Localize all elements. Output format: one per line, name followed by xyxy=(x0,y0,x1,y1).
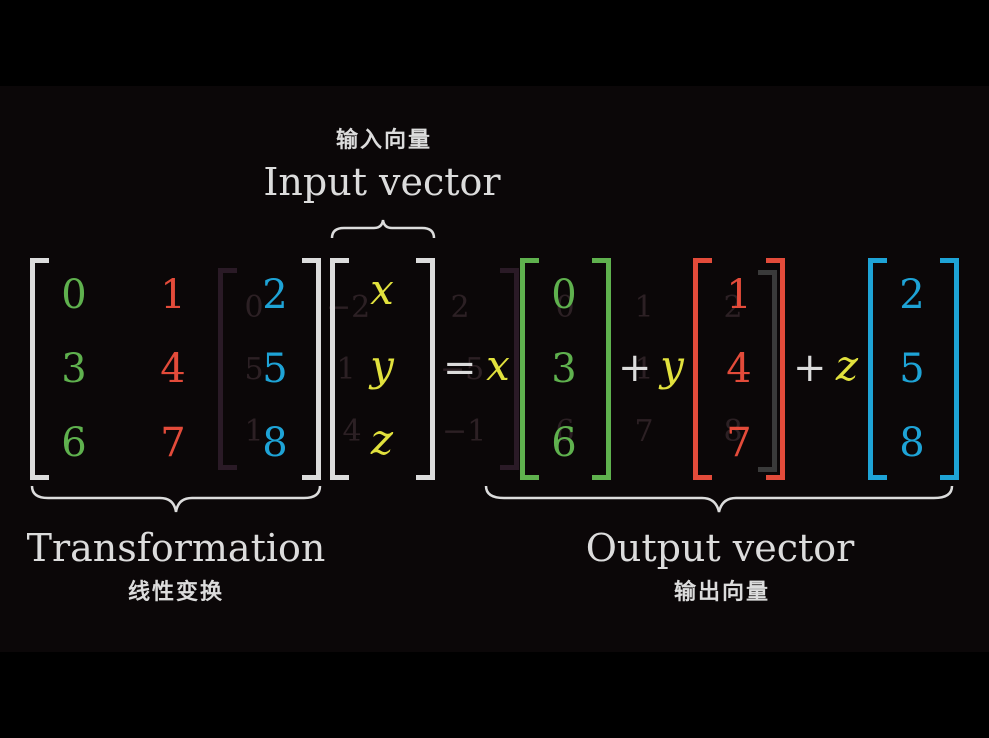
ghost-number: −1 xyxy=(442,414,487,449)
input-bracket-right xyxy=(416,258,435,480)
ghost-number: 2 xyxy=(450,290,470,325)
coefficient-z: z xyxy=(835,341,859,390)
column-bracket-left xyxy=(520,258,539,480)
equals-sign: = xyxy=(443,345,477,391)
input-vector-label-cn: 输入向量 xyxy=(335,128,432,153)
column-entry: 8 xyxy=(899,420,925,466)
transformation-label: Transformation xyxy=(26,526,326,570)
ghost-number: 1 xyxy=(634,290,654,325)
input-vector-label: Input vector xyxy=(263,160,501,204)
matrix-entry: 0 xyxy=(61,272,87,318)
column-entry: 3 xyxy=(551,346,577,392)
matrix-entry: 2 xyxy=(262,272,288,318)
column-bracket-left xyxy=(693,258,712,480)
input-entry: y xyxy=(370,341,394,390)
coefficient-x: x xyxy=(486,341,510,390)
column-bracket-right xyxy=(592,258,611,480)
output-vector-label: Output vector xyxy=(585,526,855,570)
column-entry: 0 xyxy=(551,272,577,318)
column-entry: 1 xyxy=(726,272,752,318)
matrix-bracket-left xyxy=(30,258,49,480)
input-vector-brace xyxy=(330,219,436,239)
transformation-brace xyxy=(30,485,322,513)
ghost-bracket-left xyxy=(218,268,237,470)
input-entry: x xyxy=(370,265,394,314)
column-entry: 2 xyxy=(899,272,925,318)
column-entry: 6 xyxy=(551,420,577,466)
column-entry: 5 xyxy=(899,346,925,392)
column-bracket-right xyxy=(766,258,785,480)
matrix-entry: 3 xyxy=(61,346,87,392)
matrix-entry: 8 xyxy=(262,420,288,466)
output-vector-label-cn: 输出向量 xyxy=(673,580,770,605)
matrix-entry: 6 xyxy=(61,420,87,466)
column-entry: 7 xyxy=(726,420,752,466)
column-bracket-right xyxy=(940,258,959,480)
output-vector-brace xyxy=(484,485,954,513)
matrix-entry: 4 xyxy=(160,346,186,392)
input-entry: z xyxy=(370,415,394,464)
column-bracket-left xyxy=(868,258,887,480)
transformation-label-cn: 线性变换 xyxy=(127,580,224,605)
matrix-entry: 1 xyxy=(160,272,186,318)
ghost-number: 7 xyxy=(634,414,654,449)
coefficient-y: y xyxy=(660,341,684,390)
matrix-entry: 5 xyxy=(262,346,288,392)
matrix-entry: 7 xyxy=(160,420,186,466)
matrix-bracket-right xyxy=(302,258,321,480)
input-bracket-left xyxy=(330,258,349,480)
column-entry: 4 xyxy=(726,346,752,392)
